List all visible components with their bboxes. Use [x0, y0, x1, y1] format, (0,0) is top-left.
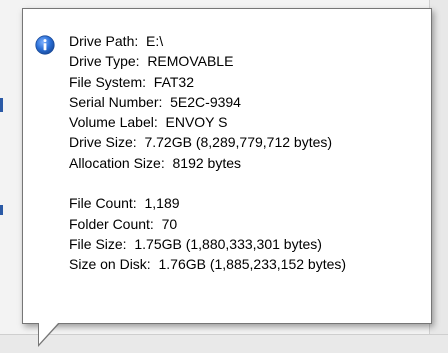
volume-label-line: Volume Label: ENVOY S: [69, 114, 228, 131]
drive-info-text: Drive Path: E:\ Drive Type: REMOVABLE Fi…: [69, 31, 423, 275]
file-size-line: File Size: 1.75GB (1,880,333,301 bytes): [69, 235, 322, 252]
size-on-disk-line: Size on Disk: 1.76GB (1,885,233,152 byte…: [69, 256, 347, 273]
serial-number-line: Serial Number: 5E2C-9394: [69, 93, 241, 110]
drive-type-line: Drive Type: REMOVABLE: [69, 53, 234, 70]
folder-count-line: Folder Count: 70: [69, 215, 178, 232]
allocation-size-line: Allocation Size: 8192 bytes: [69, 154, 241, 171]
background-status-strip: [0, 334, 448, 353]
tooltip-tail: [39, 322, 59, 344]
file-count-line: File Count: 1,189: [69, 195, 180, 212]
drive-size-line: Drive Size: 7.72GB (8,289,779,712 bytes): [69, 134, 333, 151]
drive-path-line: Drive Path: E:\: [69, 33, 164, 49]
background-accent: [0, 205, 3, 215]
file-system-line: File System: FAT32: [69, 73, 194, 90]
drive-info-tooltip: Drive Path: E:\ Drive Type: REMOVABLE Fi…: [22, 8, 432, 324]
background-accent: [0, 98, 3, 112]
info-icon: [35, 35, 55, 55]
